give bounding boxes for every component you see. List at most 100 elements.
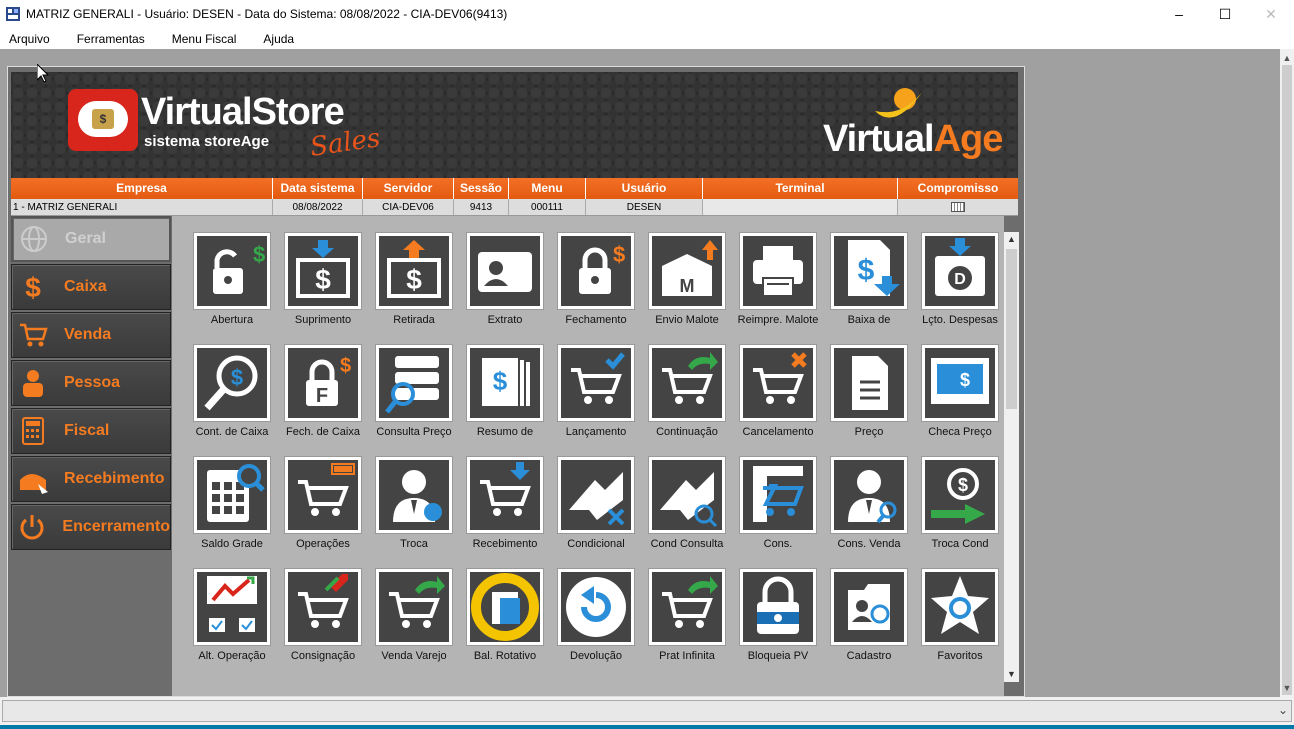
menu-ajuda[interactable]: Ajuda (254, 32, 303, 46)
tile-troca[interactable] (375, 456, 453, 534)
tile-label[interactable]: Cancelamento (728, 426, 828, 438)
sidebar-item-fiscal[interactable]: Fiscal (11, 408, 171, 454)
tile-label[interactable]: Resumo de (455, 426, 555, 438)
header-data-sistema: Data sistema (273, 178, 363, 199)
tile-label[interactable]: Fechamento (546, 314, 646, 326)
tile-label[interactable]: Extrato (455, 314, 555, 326)
tile-label[interactable]: Suprimento (273, 314, 373, 326)
main-scrollbar[interactable]: ▲ ▼ (1280, 49, 1294, 697)
tile-checa-preço[interactable]: $ (921, 344, 999, 422)
sidebar-item-pessoa[interactable]: Pessoa (11, 360, 171, 406)
tile-bloqueia-pv[interactable] (739, 568, 817, 646)
tile-label[interactable]: Retirada (364, 314, 464, 326)
tile-consulta-preço[interactable] (375, 344, 453, 422)
tile-label[interactable]: Consignação (273, 650, 373, 662)
tile-label[interactable]: Fech. de Caixa (273, 426, 373, 438)
minimize-button[interactable]: – (1156, 0, 1202, 28)
tile-suprimento[interactable]: $ (284, 232, 362, 310)
tile-label[interactable]: Envio Malote (637, 314, 737, 326)
chevron-down-icon[interactable]: ⌄ (1278, 703, 1288, 717)
tile-cons-venda[interactable] (830, 456, 908, 534)
tile-label[interactable]: Preço (819, 426, 919, 438)
tile-label[interactable]: Condicional (546, 538, 646, 550)
tile-label[interactable]: Bloqueia PV (728, 650, 828, 662)
grid-scroll-up-arrow[interactable]: ▲ (1004, 232, 1019, 247)
tile-fech-de-caixa[interactable]: F $ (284, 344, 362, 422)
tile-lçto-despesas[interactable]: D (921, 232, 999, 310)
menu-fiscal[interactable]: Menu Fiscal (163, 32, 246, 46)
tile-label[interactable]: Prat Infinita (637, 650, 737, 662)
tile-label[interactable]: Continuação (637, 426, 737, 438)
tile-label[interactable]: Troca (364, 538, 464, 550)
tile-favoritos[interactable] (921, 568, 999, 646)
tile-reimpre-malote[interactable] (739, 232, 817, 310)
tile-continuação[interactable] (648, 344, 726, 422)
grid-scroll-thumb[interactable] (1006, 249, 1017, 409)
menu-arquivo[interactable]: Arquivo (0, 32, 59, 46)
tile-label[interactable]: Consulta Preço (364, 426, 464, 438)
tile-label[interactable]: Cadastro (819, 650, 919, 662)
tile-label[interactable]: Venda Varejo (364, 650, 464, 662)
tile-label[interactable]: Cons. (728, 538, 828, 550)
tile-abertura[interactable]: $ (193, 232, 271, 310)
tile-label[interactable]: Troca Cond (910, 538, 1010, 550)
tile-label[interactable]: Baixa de (819, 314, 919, 326)
tile-baixa-de[interactable]: $ (830, 232, 908, 310)
tile-label[interactable]: Alt. Operação (182, 650, 282, 662)
tile-fechamento[interactable]: $ (557, 232, 635, 310)
tile-preço[interactable] (830, 344, 908, 422)
tile-extrato[interactable] (466, 232, 544, 310)
tile-label[interactable]: Abertura (182, 314, 282, 326)
tile-operações[interactable] (284, 456, 362, 534)
tile-cond-consulta[interactable] (648, 456, 726, 534)
tile-label[interactable]: Cond Consulta (637, 538, 737, 550)
tile-retirada[interactable]: $ (375, 232, 453, 310)
tile-resumo-de[interactable]: $ (466, 344, 544, 422)
tile-troca-cond[interactable]: $ (921, 456, 999, 534)
tile-label[interactable]: Bal. Rotativo (455, 650, 555, 662)
tile-label[interactable]: Lançamento (546, 426, 646, 438)
grid-scrollbar[interactable]: ▲ ▼ (1004, 232, 1019, 682)
tile-alt-operação[interactable] (193, 568, 271, 646)
value-usuario: DESEN (586, 199, 703, 215)
tile-label[interactable]: Checa Preço (910, 426, 1010, 438)
tile-devolução[interactable] (557, 568, 635, 646)
tile-bal-rotativo[interactable] (466, 568, 544, 646)
tile-label[interactable]: Devolução (546, 650, 646, 662)
handshake-icon (561, 460, 631, 530)
scroll-down-arrow[interactable]: ▼ (1280, 681, 1294, 695)
tile-label[interactable]: Favoritos (910, 650, 1010, 662)
tile-cancelamento[interactable] (739, 344, 817, 422)
maximize-button[interactable]: ☐ (1202, 0, 1248, 28)
scroll-up-arrow[interactable]: ▲ (1280, 51, 1294, 65)
sidebar-item-caixa[interactable]: $ Caixa (11, 264, 171, 310)
tile-prat-infinita[interactable] (648, 568, 726, 646)
status-combo[interactable]: ⌄ (2, 700, 1292, 722)
compromisso-calendar[interactable] (898, 199, 1018, 215)
tile-label[interactable]: Operações (273, 538, 373, 550)
tile-label[interactable]: Cons. Venda (819, 538, 919, 550)
sidebar-item-venda[interactable]: Venda (11, 312, 171, 358)
scroll-thumb[interactable] (1282, 65, 1292, 695)
tile-saldo-grade[interactable] (193, 456, 271, 534)
sidebar-item-recebimento[interactable]: Recebimento (11, 456, 171, 502)
tile-recebimento[interactable] (466, 456, 544, 534)
close-button[interactable]: ✕ (1248, 0, 1294, 28)
tile-envio-malote[interactable]: M (648, 232, 726, 310)
grid-scroll-down-arrow[interactable]: ▼ (1004, 667, 1019, 682)
tile-lançamento[interactable] (557, 344, 635, 422)
tile-label[interactable]: Saldo Grade (182, 538, 282, 550)
menu-ferramentas[interactable]: Ferramentas (68, 32, 154, 46)
tile-label[interactable]: Recebimento (455, 538, 555, 550)
tile-consignação[interactable] (284, 568, 362, 646)
tile-cont-de-caixa[interactable]: $ (193, 344, 271, 422)
sidebar-item-encerramento[interactable]: Encerramento (11, 504, 171, 550)
tile-venda-varejo[interactable] (375, 568, 453, 646)
tile-label[interactable]: Cont. de Caixa (182, 426, 282, 438)
tile-label[interactable]: Reimpre. Malote (728, 314, 828, 326)
tile-label[interactable]: Lçto. Despesas (910, 314, 1010, 326)
tile-cadastro[interactable] (830, 568, 908, 646)
tile-condicional[interactable] (557, 456, 635, 534)
sidebar-item-geral[interactable]: Geral (11, 216, 171, 262)
tile-cons[interactable] (739, 456, 817, 534)
